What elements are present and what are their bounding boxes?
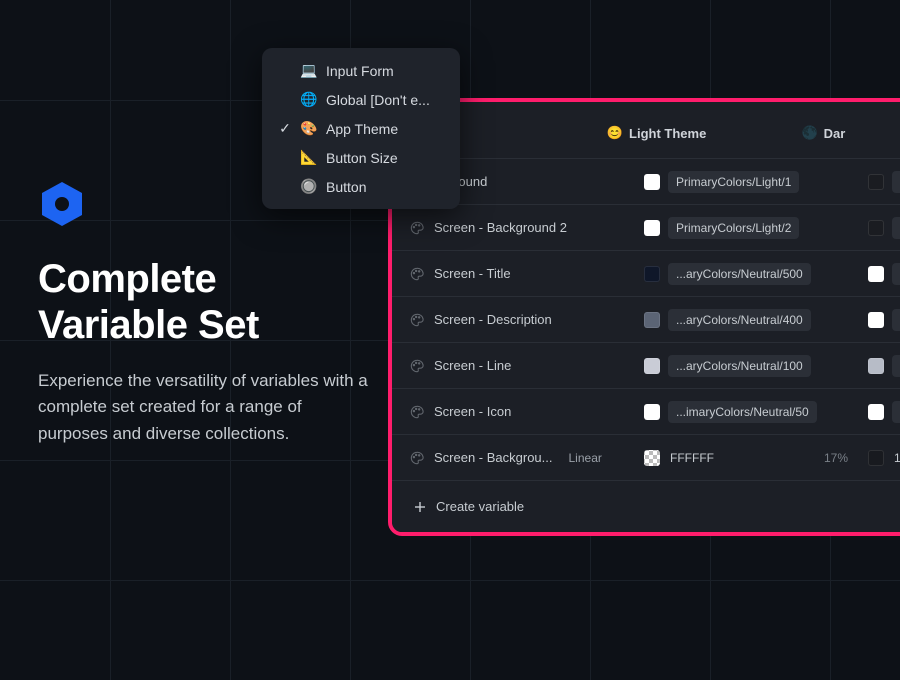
dropdown-item[interactable]: 🔘 Button: [268, 172, 454, 201]
variable-name: Screen - Description: [434, 312, 552, 327]
dropdown-item-label: Button: [326, 179, 366, 195]
color-swatch: [868, 450, 884, 466]
color-token-pill: F: [892, 217, 900, 239]
variable-name: Screen - Line: [434, 358, 511, 373]
variable-name: Screen - Title: [434, 266, 511, 281]
color-swatch: [644, 312, 660, 328]
linear-tag: Linear: [569, 451, 602, 465]
table-row[interactable]: Screen - Description ...aryColors/Neutral…: [392, 296, 900, 342]
collection-emoji-icon: 🔘: [300, 178, 318, 195]
color-token-pill: .: [892, 309, 900, 331]
light-value-cell[interactable]: FFFFFF 17%: [632, 450, 860, 466]
color-swatch: [868, 266, 884, 282]
palette-icon: [410, 313, 424, 327]
plus-icon: [414, 501, 426, 513]
dark-value-cell[interactable]: .: [860, 309, 900, 331]
color-token-pill: F: [892, 171, 900, 193]
check-icon: ✓: [278, 120, 292, 137]
palette-icon: [410, 267, 424, 281]
hero-section: Complete Variable Set Experience the ver…: [38, 180, 368, 447]
brand-hexagon-icon: [38, 180, 86, 228]
color-swatch: [868, 358, 884, 374]
collection-emoji-icon: 🎨: [300, 120, 318, 137]
collection-emoji-icon: 🌐: [300, 91, 318, 108]
light-value-cell[interactable]: ...aryColors/Neutral/400: [632, 309, 860, 331]
light-value-cell[interactable]: PrimaryColors/Light/2: [632, 217, 860, 239]
color-token-pill: .: [892, 263, 900, 285]
column-headers: 😊 Light Theme 🌑 Dar: [392, 102, 900, 158]
dark-theme-emoji-icon: 🌑: [801, 125, 817, 141]
color-swatch: [644, 404, 660, 420]
color-swatch: [644, 174, 660, 190]
color-token-pill: .: [892, 355, 900, 377]
color-token-pill: ...aryColors/Neutral/400: [668, 309, 811, 331]
hero-title: Complete Variable Set: [38, 256, 368, 348]
table-row[interactable]: - BackgroundPrimaryColors/Light/1F: [392, 158, 900, 204]
light-value-cell[interactable]: ...imaryColors/Neutral/50: [632, 401, 860, 423]
table-row[interactable]: Screen - Title ...aryColors/Neutral/500.: [392, 250, 900, 296]
collection-dropdown: 💻 Input Form 🌐 Global [Don't e... ✓ 🎨 App Them…: [262, 48, 460, 209]
light-value-cell[interactable]: ...aryColors/Neutral/100: [632, 355, 860, 377]
color-swatch: [644, 266, 660, 282]
color-swatch: [868, 220, 884, 236]
table-row[interactable]: Screen - Line ...aryColors/Neutral/100.: [392, 342, 900, 388]
light-value-cell[interactable]: PrimaryColors/Light/1: [632, 171, 860, 193]
color-swatch: [868, 174, 884, 190]
color-swatch: [868, 404, 884, 420]
dropdown-item[interactable]: 📐 Button Size: [268, 143, 454, 172]
palette-icon: [410, 359, 424, 373]
light-value-cell[interactable]: ...aryColors/Neutral/500: [632, 263, 860, 285]
table-row[interactable]: Screen - Background 2 PrimaryColors/Light…: [392, 204, 900, 250]
column-dark-theme[interactable]: 🌑 Dar: [789, 125, 900, 141]
create-variable-button[interactable]: Create variable: [392, 480, 900, 532]
color-token-pill: ...aryColors/Neutral/100: [668, 355, 811, 377]
color-token-pill: ...aryColors/Neutral/500: [668, 263, 811, 285]
hex-value: 18: [894, 451, 900, 465]
dropdown-item-label: App Theme: [326, 121, 398, 137]
dropdown-item-label: Global [Don't e...: [326, 92, 430, 108]
dark-value-cell[interactable]: F: [860, 171, 900, 193]
hex-value: FFFFFF: [670, 451, 714, 465]
palette-icon: [410, 451, 424, 465]
dropdown-item-label: Input Form: [326, 63, 394, 79]
dark-value-cell[interactable]: .: [860, 401, 900, 423]
hero-description: Experience the versatility of variables …: [38, 368, 368, 447]
create-variable-label: Create variable: [436, 499, 524, 514]
palette-icon: [410, 405, 424, 419]
color-swatch: [644, 450, 660, 466]
dropdown-item-label: Button Size: [326, 150, 398, 166]
variable-name: Screen - Icon: [434, 404, 511, 419]
table-row[interactable]: Screen - Backgrou... Linear FFFFFF 17% 1…: [392, 434, 900, 480]
table-row[interactable]: Screen - Icon ...imaryColors/Neutral/50.: [392, 388, 900, 434]
column-label: Dar: [824, 126, 846, 141]
dark-value-cell[interactable]: .: [860, 355, 900, 377]
dark-value-cell[interactable]: 18: [860, 450, 900, 466]
variables-panel: 😊 Light Theme 🌑 Dar - BackgroundPrimaryC…: [388, 98, 900, 536]
variable-name: Screen - Backgrou...: [434, 450, 553, 465]
column-label: Light Theme: [629, 126, 706, 141]
color-swatch: [868, 312, 884, 328]
light-theme-emoji-icon: 😊: [607, 125, 623, 141]
variable-name: Screen - Background 2: [434, 220, 567, 235]
color-swatch: [644, 358, 660, 374]
palette-icon: [410, 221, 424, 235]
color-swatch: [644, 220, 660, 236]
dropdown-item[interactable]: 💻 Input Form: [268, 56, 454, 85]
dropdown-item[interactable]: ✓ 🎨 App Theme: [268, 114, 454, 143]
collection-emoji-icon: 📐: [300, 149, 318, 166]
color-token-pill: ...imaryColors/Neutral/50: [668, 401, 817, 423]
dropdown-item[interactable]: 🌐 Global [Don't e...: [268, 85, 454, 114]
color-token-pill: PrimaryColors/Light/1: [668, 171, 799, 193]
dark-value-cell[interactable]: F: [860, 217, 900, 239]
dark-value-cell[interactable]: .: [860, 263, 900, 285]
column-light-theme[interactable]: 😊 Light Theme: [595, 125, 790, 141]
opacity-percent: 17%: [824, 451, 848, 465]
color-token-pill: .: [892, 401, 900, 423]
collection-emoji-icon: 💻: [300, 62, 318, 79]
color-token-pill: PrimaryColors/Light/2: [668, 217, 799, 239]
